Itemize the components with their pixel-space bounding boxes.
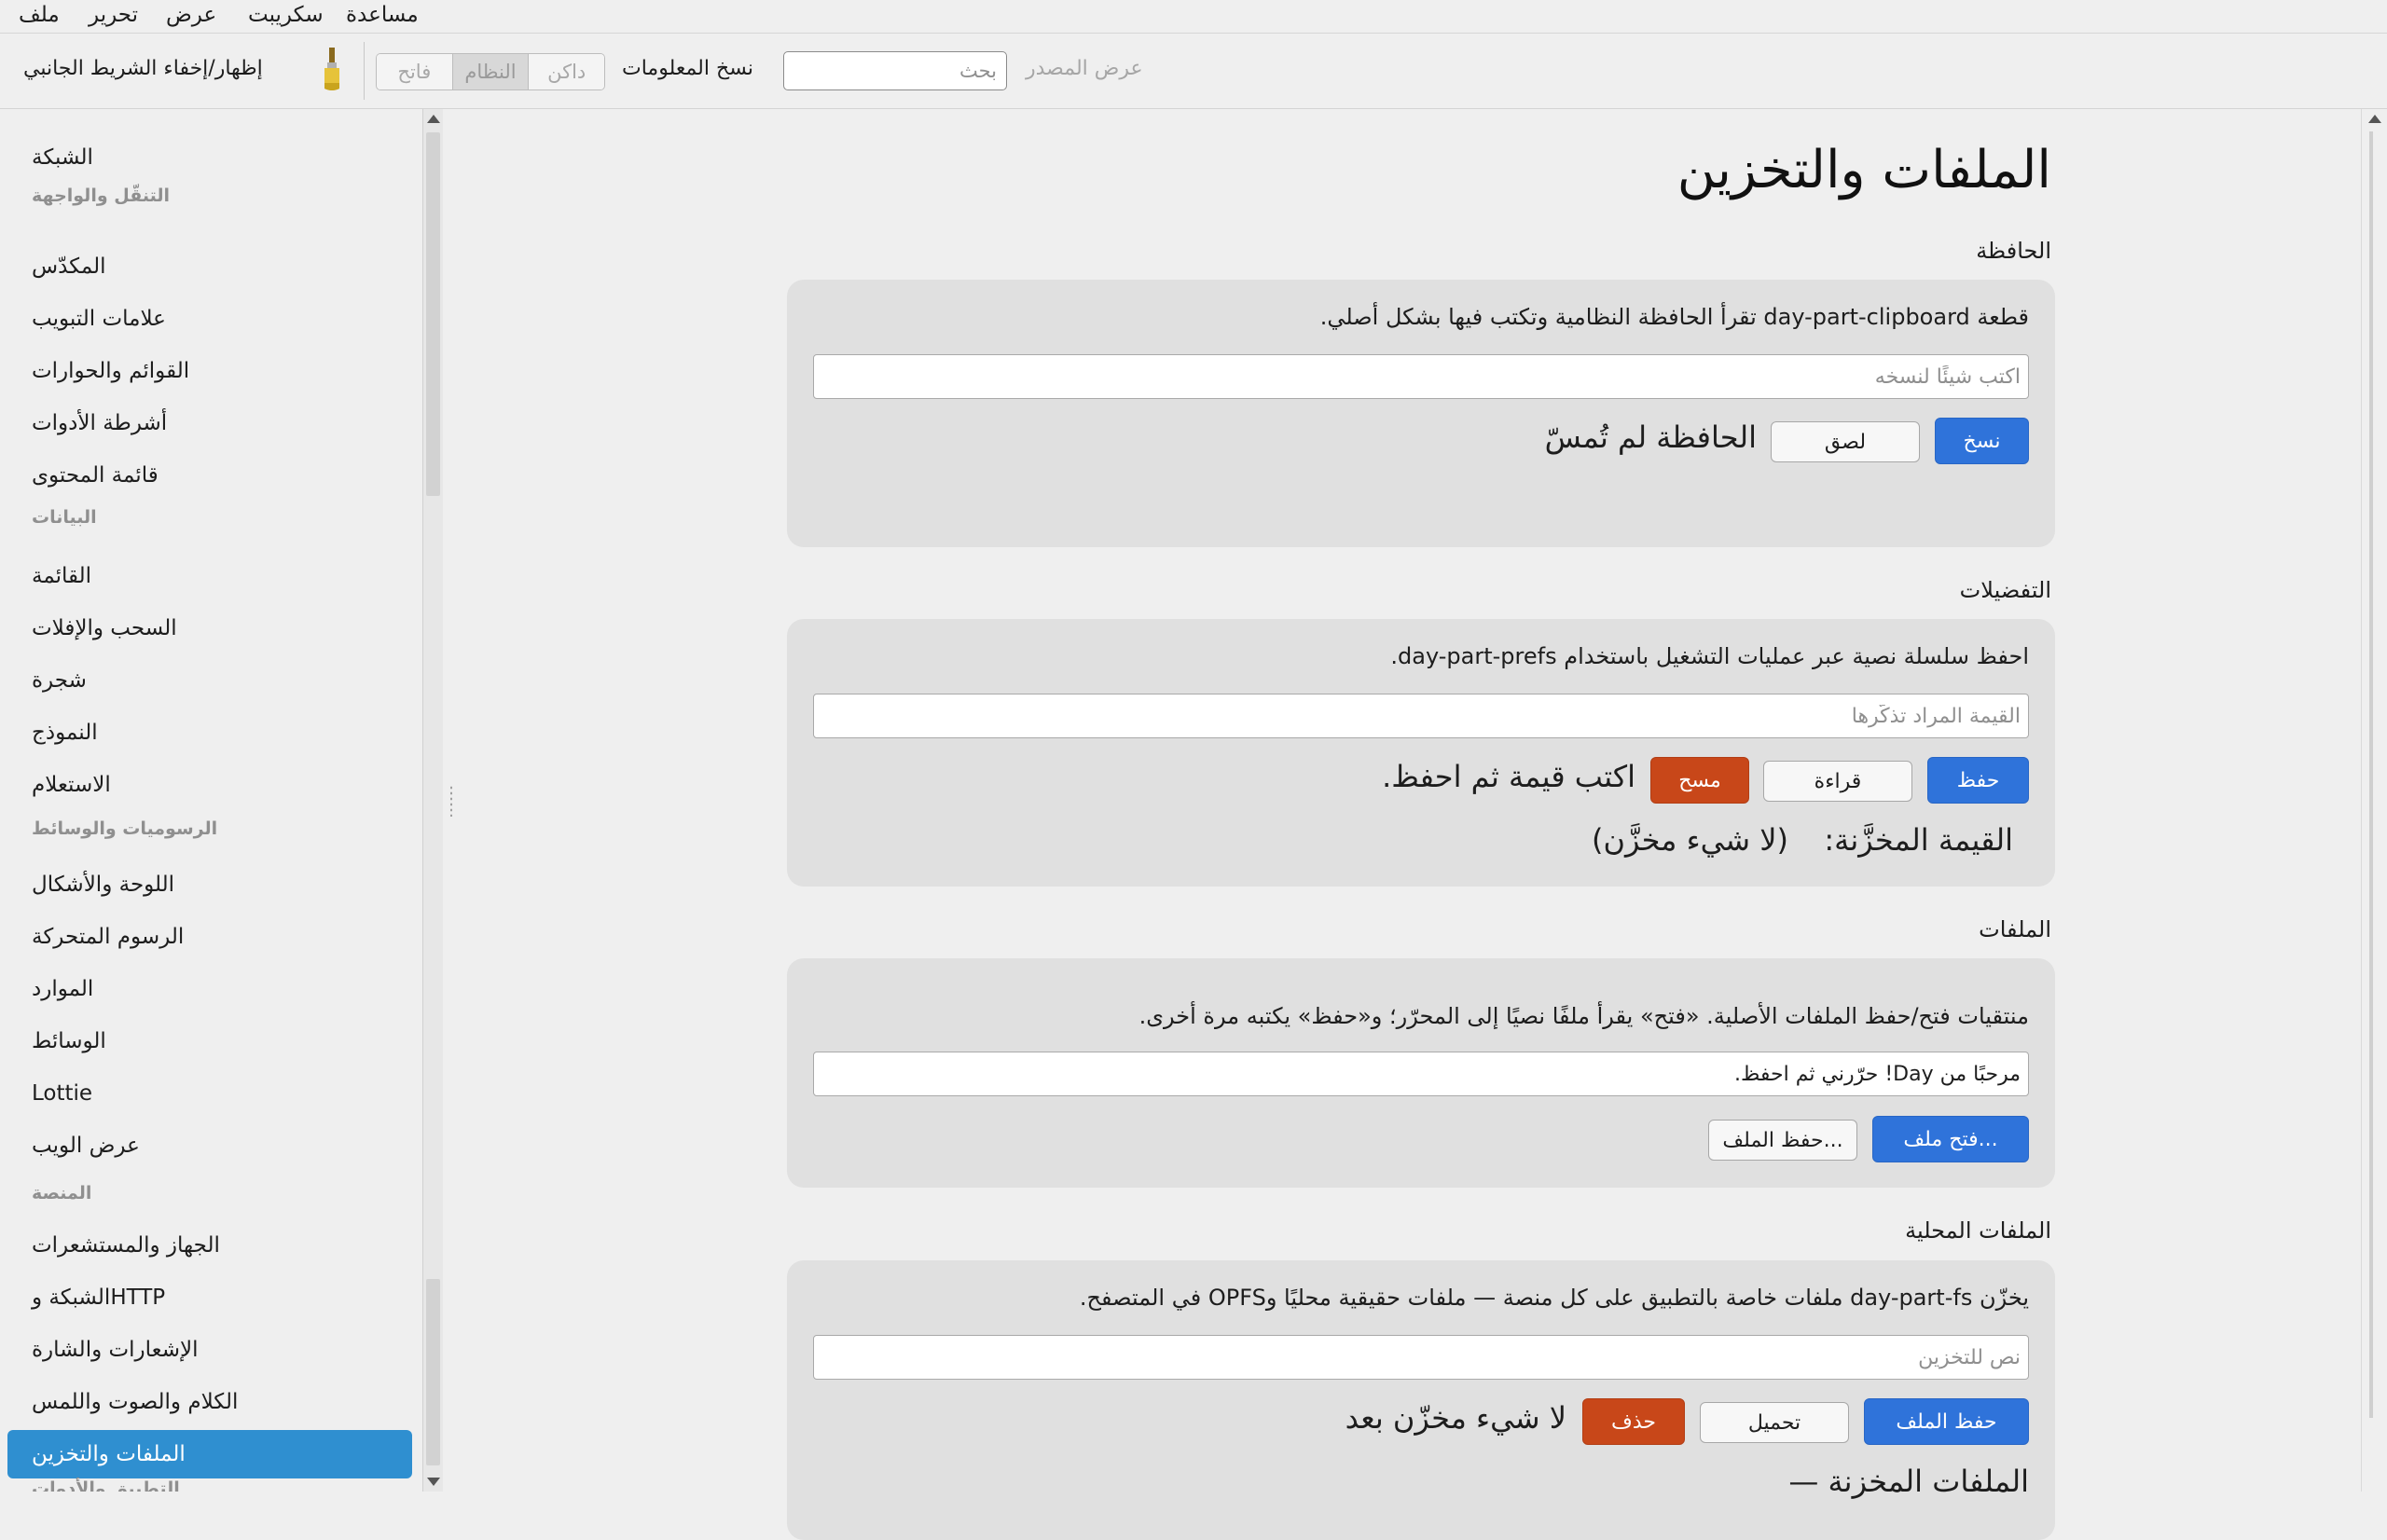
section-title-local-files: الملفات المحلية: [1905, 1217, 2051, 1244]
sidebar-item[interactable]: الجهاز والمستشعرات: [7, 1221, 412, 1270]
scroll-down-arrow-icon[interactable]: [427, 1478, 440, 1486]
toolbar: إظهار/إخفاء الشريط الجانبي فاتح النظام د…: [0, 34, 2387, 109]
clipboard-input[interactable]: [813, 354, 2029, 399]
sidebar-item[interactable]: المكدّس: [7, 242, 412, 291]
sidebar-scrollbar-thumb[interactable]: [426, 132, 440, 496]
sidebar-item[interactable]: الموارد: [7, 965, 412, 1013]
stored-files-label: الملفات المخزنة —: [1788, 1464, 2029, 1499]
paintbrush-icon[interactable]: [319, 48, 345, 92]
sidebar-item[interactable]: أشرطة الأدوات: [7, 399, 412, 447]
toggle-sidebar-button[interactable]: إظهار/إخفاء الشريط الجانبي: [23, 57, 263, 80]
splitter-handle[interactable]: [449, 785, 453, 817]
file-editor-input[interactable]: [813, 1052, 2029, 1096]
menu-view[interactable]: عرض: [166, 3, 216, 27]
section-title-files: الملفات: [1979, 916, 2051, 942]
menubar: ملف تحرير عرض سكريبت مساعدة: [0, 0, 2387, 34]
main-scrollbar-thumb[interactable]: [2369, 131, 2373, 1418]
scroll-up-arrow-icon[interactable]: [2368, 115, 2381, 123]
clipboard-card: قطعة day-part-clipboard تقرأ الحافظة الن…: [787, 280, 2055, 547]
toolbar-separator: [364, 42, 365, 100]
sidebar-item[interactable]: الملفات والتخزين: [7, 1430, 412, 1478]
view-source-button[interactable]: عرض المصدر: [1026, 57, 1143, 80]
copy-info-button[interactable]: نسخ المعلومات: [622, 57, 753, 80]
main-scrollbar[interactable]: [2361, 109, 2387, 1492]
sidebar-section-header: التطبيق والأدوات: [32, 1478, 180, 1492]
menu-script[interactable]: سكريبت: [248, 3, 324, 27]
clipboard-description: قطعة day-part-clipboard تقرأ الحافظة الن…: [1319, 304, 2029, 330]
menu-file[interactable]: ملف: [19, 3, 60, 27]
sidebar-item[interactable]: الإشعارات والشارة: [7, 1326, 412, 1374]
local-files-status: لا شيء مخزّن بعد: [1345, 1400, 1566, 1436]
save-pref-button[interactable]: حفظ: [1927, 757, 2029, 804]
sidebar-item[interactable]: النموذج: [7, 708, 412, 757]
sidebar-item[interactable]: شجرة: [7, 656, 412, 705]
sidebar-item[interactable]: الاستعلام: [7, 761, 412, 809]
files-description: منتقيات فتح/حفظ الملفات الأصلية. «فتح» ي…: [1138, 1003, 2029, 1029]
theme-light-button[interactable]: فاتح: [377, 54, 453, 89]
open-file-button[interactable]: فتح ملف...: [1872, 1116, 2029, 1162]
local-files-description: يخزّن day-part-fs ملفات خاصة بالتطبيق عل…: [1079, 1285, 2029, 1311]
menu-help[interactable]: مساعدة: [346, 3, 419, 27]
sidebar-item[interactable]: اللوحة والأشكال: [7, 860, 412, 909]
clipboard-status: الحافظة لم تُمسّ: [1544, 419, 1757, 455]
sidebar-item[interactable]: قائمة المحتوى: [7, 451, 412, 500]
sidebar-section-header: التنقّل والواجهة: [32, 186, 171, 206]
section-title-preferences: التفضيلات: [1959, 577, 2051, 603]
sidebar-item[interactable]: السحب والإفلات: [7, 604, 412, 653]
clear-pref-button[interactable]: مسح: [1650, 757, 1749, 804]
sidebar-item[interactable]: الرسوم المتحركة: [7, 913, 412, 961]
preferences-description: احفظ سلسلة نصية عبر عمليات التشغيل باستخ…: [1390, 643, 2029, 669]
sidebar-section-header: الرسوميات والوسائط: [32, 818, 218, 839]
sidebar-item[interactable]: Lottie: [7, 1069, 412, 1118]
section-title-clipboard: الحافظة: [1976, 238, 2051, 264]
local-files-card: يخزّن day-part-fs ملفات خاصة بالتطبيق عل…: [787, 1260, 2055, 1540]
sidebar-item[interactable]: الشبكة وHTTP: [7, 1273, 412, 1322]
save-local-file-button[interactable]: حفظ الملف: [1864, 1398, 2029, 1445]
sidebar-section-header: البيانات: [32, 507, 97, 528]
stored-value: (لا شيء مخزَّن): [1591, 822, 1788, 858]
sidebar-item[interactable]: الشبكة: [7, 133, 412, 182]
sidebar-scrollbar[interactable]: [422, 109, 443, 1492]
sidebar-item[interactable]: عرض الويب: [7, 1121, 412, 1170]
preferences-input[interactable]: [813, 694, 2029, 738]
save-file-dialog-button[interactable]: حفظ الملف...: [1708, 1120, 1857, 1161]
sidebar-item[interactable]: الوسائط: [7, 1017, 412, 1066]
preferences-status: اكتب قيمة ثم احفظ.: [1382, 759, 1635, 794]
scroll-up-arrow-icon[interactable]: [427, 115, 440, 123]
menu-edit[interactable]: تحرير: [89, 3, 138, 27]
load-local-file-button[interactable]: تحميل: [1700, 1402, 1849, 1443]
delete-local-file-button[interactable]: حذف: [1582, 1398, 1685, 1445]
paste-button[interactable]: لصق: [1771, 421, 1920, 462]
theme-system-button[interactable]: النظام: [452, 54, 530, 89]
local-file-input[interactable]: [813, 1335, 2029, 1380]
sidebar-item[interactable]: علامات التبويب: [7, 295, 412, 343]
preferences-card: احفظ سلسلة نصية عبر عمليات التشغيل باستخ…: [787, 619, 2055, 887]
read-pref-button[interactable]: قراءة: [1763, 761, 1912, 802]
copy-button[interactable]: نسخ: [1935, 418, 2029, 464]
page-title: الملفات والتخزين: [1676, 140, 2051, 200]
sidebar-item[interactable]: القائمة: [7, 552, 412, 600]
sidebar-section-header: المنصة: [32, 1183, 92, 1203]
theme-switcher: فاتح النظام داكن: [376, 53, 605, 90]
sidebar-item[interactable]: الكلام والصوت واللمس: [7, 1378, 412, 1426]
search-input[interactable]: [783, 51, 1007, 90]
sidebar-scrollbar-thumb[interactable]: [426, 1279, 440, 1465]
files-card: منتقيات فتح/حفظ الملفات الأصلية. «فتح» ي…: [787, 958, 2055, 1188]
sidebar-item[interactable]: القوائم والحوارات: [7, 347, 412, 395]
theme-dark-button[interactable]: داكن: [529, 54, 604, 89]
sidebar: الشبكة التنقّل والواجهة المكدّس علامات التب…: [0, 109, 420, 1492]
stored-value-label: القيمة المخزَّنة:: [1824, 822, 2013, 858]
